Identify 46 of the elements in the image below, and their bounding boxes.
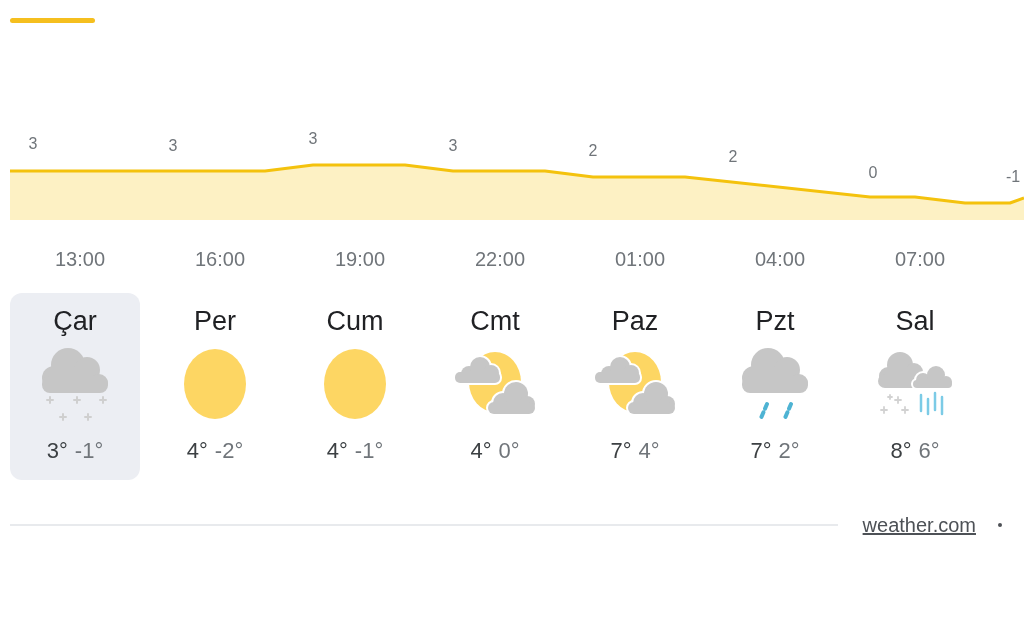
hour-label: 07:00 [894,247,946,271]
high-temp: 4° [326,438,348,464]
high-temp: 4° [470,438,492,464]
temperature-label: 3 [448,137,458,154]
day-name: Cmt [470,305,520,337]
rain-cloud-icon [741,347,809,421]
hour-label: 22:00 [474,247,526,271]
low-temp: -1° [74,438,104,464]
low-temp: 0° [498,438,520,464]
temperature-label: 2 [588,142,598,159]
separator-dot-icon [998,523,1002,527]
low-temp: -1° [354,438,384,464]
high-temp: 7° [750,438,772,464]
temperature-label: 3 [28,135,38,152]
sun-icon [324,349,386,419]
hour-label: 01:00 [614,247,666,271]
hour-label: 19:00 [334,247,386,271]
high-temp: 8° [890,438,912,464]
temperature-label: -1 [1005,168,1021,185]
low-temp: 4° [638,438,660,464]
snow-rain-cloud-icon [876,352,954,416]
sun-cloud-icon [455,352,535,416]
day-name: Per [194,305,236,337]
sun-icon [184,349,246,419]
day-card[interactable]: Çar 3° -1° [10,293,140,480]
temperature-label: 2 [728,148,738,165]
day-name: Pzt [755,305,795,337]
hour-label: 04:00 [754,247,806,271]
source-link[interactable]: weather.com [862,513,976,537]
snow-cloud-icon [40,347,110,421]
low-temp: -2° [214,438,244,464]
day-name: Sal [895,305,935,337]
day-name: Cum [326,305,384,337]
hour-label: 13:00 [54,247,106,271]
low-temp: 2° [778,438,800,464]
hour-label: 16:00 [194,247,246,271]
sun-cloud-icon [595,352,675,416]
temperature-label: 3 [168,137,178,154]
temperature-label: 0 [868,164,878,181]
day-name: Paz [611,305,659,337]
high-temp: 7° [610,438,632,464]
low-temp: 6° [918,438,940,464]
temperature-label: 3 [308,130,318,147]
day-name: Çar [53,305,97,337]
high-temp: 4° [186,438,208,464]
high-temp: 3° [46,438,68,464]
